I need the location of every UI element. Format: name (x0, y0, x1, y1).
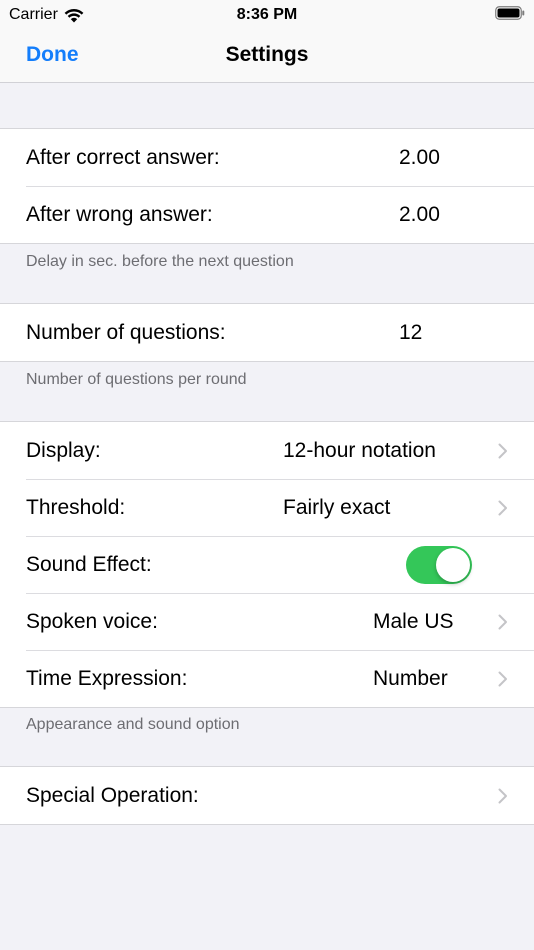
navigation-bar: Done Settings (0, 28, 534, 83)
row-label: Threshold: (26, 495, 126, 519)
spoken-voice-row[interactable]: Spoken voice: Male US (0, 593, 534, 650)
after-correct-row[interactable]: After correct answer: 2.00 (0, 129, 534, 186)
status-time: 8:36 PM (236, 6, 298, 23)
delay-footer: Delay in sec. before the next question (26, 253, 294, 270)
time-expression-row[interactable]: Time Expression: Number (0, 650, 534, 707)
threshold-row[interactable]: Threshold: Fairly exact (0, 479, 534, 536)
chevron-right-icon (498, 788, 507, 804)
appearance-footer: Appearance and sound option (26, 716, 240, 733)
chevron-right-icon (498, 614, 507, 630)
display-value: 12-hour notation (283, 438, 436, 462)
toggle-knob (436, 548, 470, 582)
number-of-questions-row[interactable]: Number of questions: 12 (0, 304, 534, 361)
row-label: Display: (26, 438, 101, 462)
row-label: After correct answer: (26, 145, 220, 169)
row-label: Time Expression: (26, 666, 188, 690)
page-title: Settings (225, 43, 309, 66)
row-label: After wrong answer: (26, 202, 213, 226)
row-label: Number of questions: (26, 320, 226, 344)
row-label: Sound Effect: (26, 552, 152, 576)
display-row[interactable]: Display: 12-hour notation (0, 422, 534, 479)
sound-effect-row: Sound Effect: (0, 536, 534, 593)
chevron-right-icon (498, 500, 507, 516)
sound-effect-toggle[interactable] (406, 546, 472, 584)
spoken-voice-value: Male US (373, 609, 454, 633)
threshold-value: Fairly exact (283, 495, 391, 519)
row-label: Spoken voice: (26, 609, 158, 633)
chevron-right-icon (498, 671, 507, 687)
chevron-right-icon (498, 443, 507, 459)
battery-icon (495, 6, 525, 20)
after-wrong-value[interactable]: 2.00 (399, 203, 440, 227)
after-correct-value[interactable]: 2.00 (399, 146, 440, 170)
row-label: Special Operation: (26, 783, 199, 807)
questions-section: Number of questions: 12 (0, 303, 534, 362)
appearance-section: Display: 12-hour notation Threshold: Fai… (0, 421, 534, 708)
status-bar: Carrier 8:36 PM (0, 0, 534, 28)
special-operation-row[interactable]: Special Operation: (0, 767, 534, 824)
number-of-questions-value[interactable]: 12 (399, 321, 422, 345)
after-wrong-row[interactable]: After wrong answer: 2.00 (0, 186, 534, 243)
special-section: Special Operation: (0, 766, 534, 825)
delay-section: After correct answer: 2.00 After wrong a… (0, 128, 534, 244)
time-expression-value: Number (373, 666, 448, 690)
questions-footer: Number of questions per round (26, 371, 247, 388)
